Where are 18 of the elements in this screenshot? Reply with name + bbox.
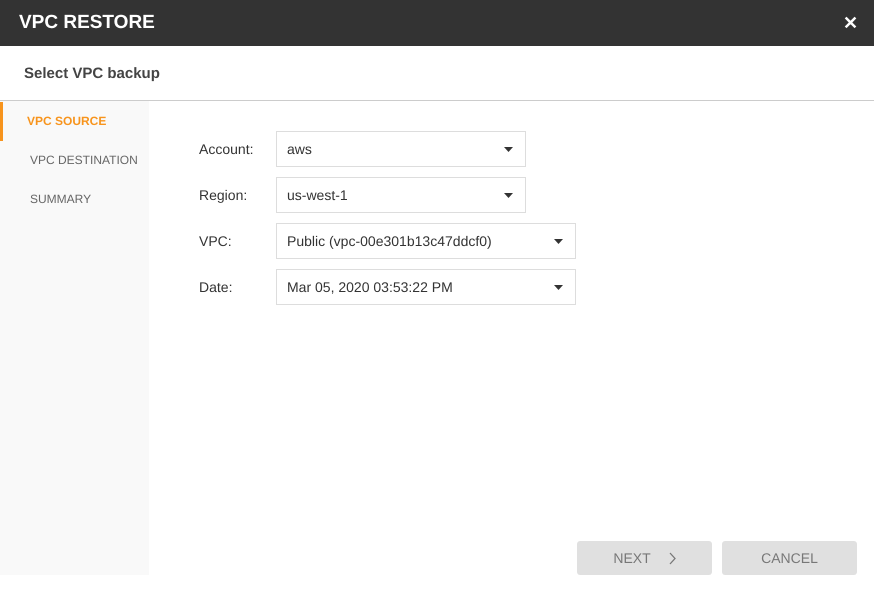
dropdown-field[interactable]: Mar 05, 2020 03:53:22 PM [276, 269, 576, 305]
caret-icon [554, 284, 563, 290]
chevron-right-icon [668, 552, 676, 564]
field-label: Date: [199, 279, 234, 295]
dropdown-field[interactable]: aws [276, 131, 526, 167]
step-tab[interactable]: VPC DESTINATION [0, 141, 149, 180]
window-title: VPC RESTORE [19, 12, 155, 34]
step-tab[interactable]: SUMMARY [0, 180, 149, 219]
field-label: Account: [199, 141, 254, 157]
caret-icon [504, 192, 513, 198]
dropdown-field[interactable]: us-west-1 [276, 177, 526, 213]
field-label: VPC: [199, 233, 233, 249]
close-button[interactable]: ✕ [843, 12, 858, 34]
section-heading: Select VPC backup [24, 64, 160, 82]
caret-icon [504, 146, 513, 152]
caret-icon [554, 238, 563, 244]
dropdown-field[interactable]: Public (vpc-00e301b13c47ddcf0) [276, 223, 576, 259]
field-label: Region: [199, 187, 248, 203]
